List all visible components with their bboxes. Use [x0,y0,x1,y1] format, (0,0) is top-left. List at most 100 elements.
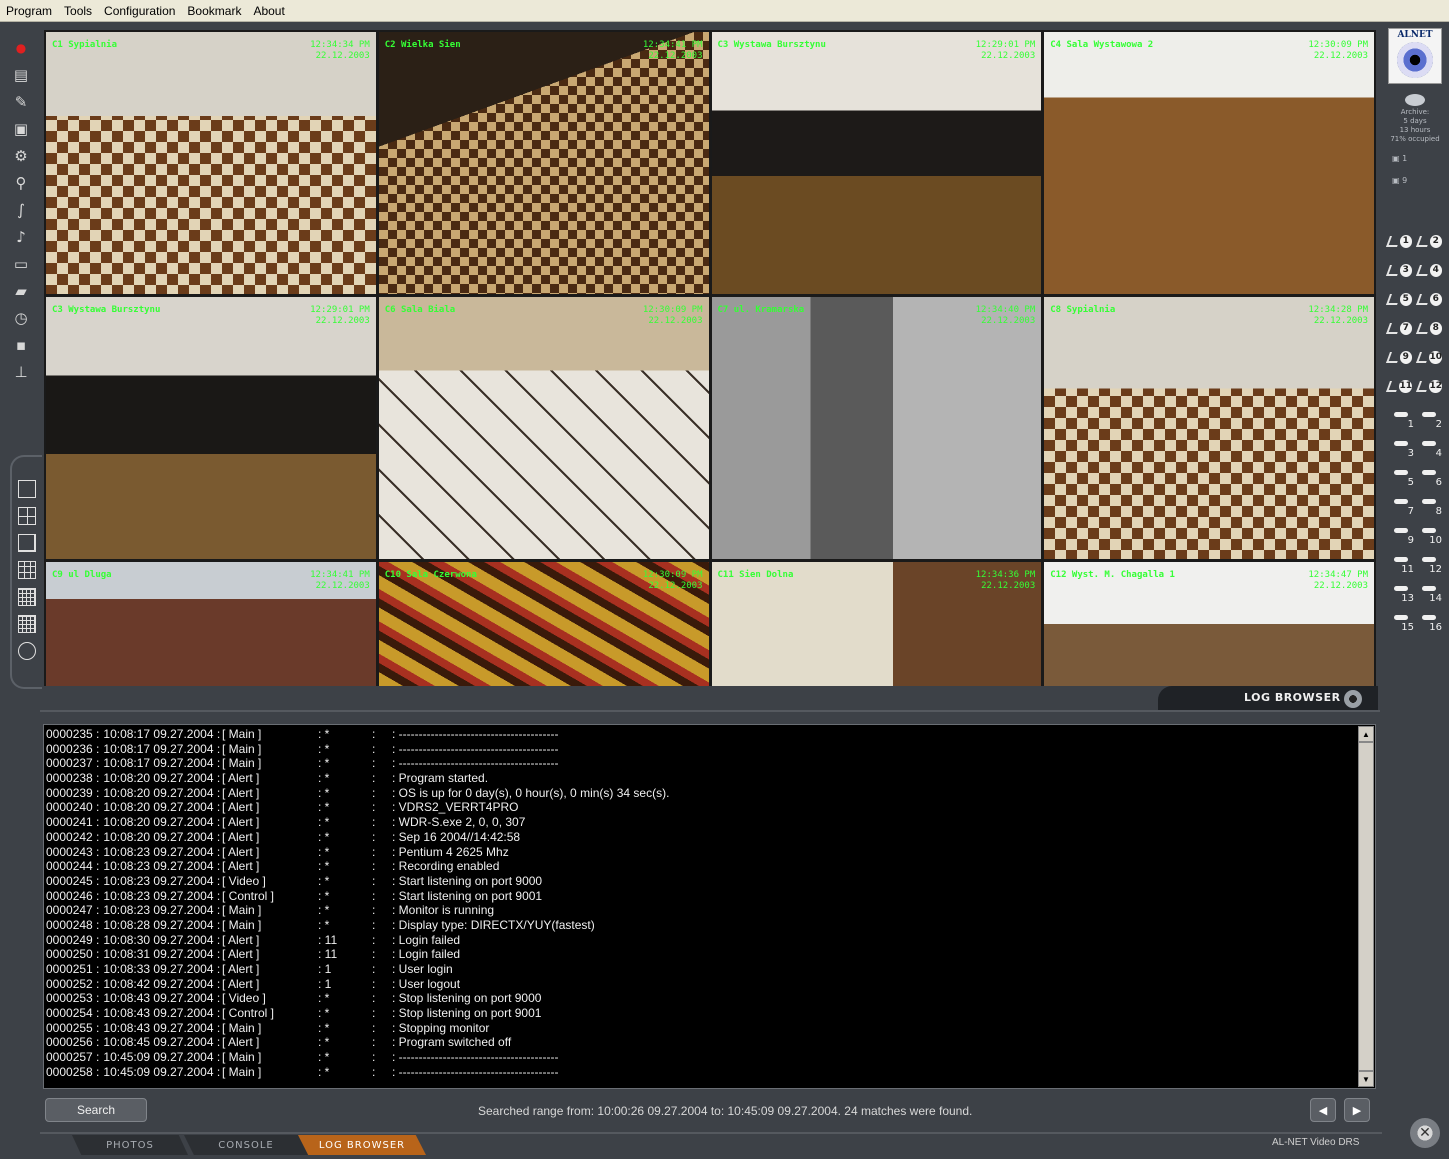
camera-settings-icon[interactable]: ⚙ [8,144,34,168]
preset-button[interactable]: 11 [1385,377,1412,395]
sequence-button[interactable]: 3 [1390,439,1416,461]
camera-tile[interactable]: C1 Sypialnia 12:34:34 PM 22.12.2003 [46,32,376,294]
camera-icon[interactable]: ▣ [8,117,34,141]
preset-button[interactable]: 9 [1385,348,1412,366]
log-row[interactable]: 0000253 :10:08:43 09.27.2004 :[ Video ]:… [46,991,1351,1006]
sequence-button[interactable]: 5 [1390,468,1416,490]
log-row[interactable]: 0000245 :10:08:23 09.27.2004 :[ Video ]:… [46,874,1351,889]
log-row[interactable]: 0000249 :10:08:30 09.27.2004 :[ Alert ]:… [46,933,1351,948]
log-row[interactable]: 0000244 :10:08:23 09.27.2004 :[ Alert ]:… [46,859,1351,874]
camera-tile[interactable]: C4 Sala Wystawowa 2 12:30:09 PM 22.12.2003 [1044,32,1374,294]
log-scrollbar[interactable]: ▲ ▼ [1358,726,1374,1087]
camera-tile[interactable]: C2 Wielka Sien 12:34:41 PM 22.12.2003 [378,32,709,294]
log-row[interactable]: 0000257 :10:45:09 09.27.2004 :[ Main ]: … [46,1050,1351,1065]
microphone-icon[interactable]: ♪ [8,225,34,249]
record-icon[interactable]: ● [8,36,34,60]
scroll-up-icon[interactable]: ▲ [1358,726,1374,742]
video-camera-icon[interactable]: ▰ [8,279,34,303]
close-button[interactable]: ✕ [1410,1118,1440,1148]
log-row[interactable]: 0000243 :10:08:23 09.27.2004 :[ Alert ]:… [46,845,1351,860]
sequence-button[interactable]: 15 [1390,613,1416,635]
scroll-thumb[interactable] [1358,742,1374,1071]
preset-button[interactable]: 3 [1385,261,1412,279]
log-row[interactable]: 0000250 :10:08:31 09.27.2004 :[ Alert ]:… [46,947,1351,962]
sequence-button[interactable]: 9 [1390,526,1416,548]
tab-photos[interactable]: PHOTOS [72,1135,188,1155]
prev-button[interactable]: ◀ [1310,1098,1336,1122]
film-icon[interactable]: ▤ [8,63,34,87]
sequence-clock-icon[interactable] [18,642,36,660]
disk-icon[interactable]: ▭ [8,252,34,276]
sequence-button[interactable]: 11 [1390,555,1416,577]
menu-program[interactable]: Program [0,4,58,18]
preset-button[interactable]: 12 [1415,377,1442,395]
tab-log-browser[interactable]: LOG BROWSER [298,1135,426,1155]
mini-camera-1[interactable]: ▣ 1 [1392,154,1407,163]
preset-button[interactable]: 5 [1385,290,1412,308]
log-row[interactable]: 0000236 :10:08:17 09.27.2004 :[ Main ]: … [46,742,1351,757]
cameras-icon[interactable]: ⚲ [8,171,34,195]
camera-tile[interactable]: C3 Wystawa Bursztynu 12:29:01 PM 22.12.200… [711,32,1042,294]
log-row[interactable]: 0000242 :10:08:20 09.27.2004 :[ Alert ]:… [46,830,1351,845]
sequence-button[interactable]: 12 [1418,555,1444,577]
sequence-button[interactable]: 7 [1390,497,1416,519]
sequence-button[interactable]: 4 [1418,439,1444,461]
log-row[interactable]: 0000252 :10:08:42 09.27.2004 :[ Alert ]:… [46,977,1351,992]
layout-4x4-button[interactable] [18,588,36,606]
preset-button[interactable]: 4 [1415,261,1442,279]
sequence-button[interactable]: 14 [1418,584,1444,606]
cable-icon[interactable]: ∫ [8,198,34,222]
log-row[interactable]: 0000235 :10:08:17 09.27.2004 :[ Main ]: … [46,727,1351,742]
preset-button[interactable]: 7 [1385,319,1412,337]
save-icon[interactable]: ▪ [8,333,34,357]
next-button[interactable]: ▶ [1344,1098,1370,1122]
preset-button[interactable]: 10 [1415,348,1442,366]
layout-3x3-button[interactable] [18,561,36,579]
menu-configuration[interactable]: Configuration [98,4,181,18]
log-row[interactable]: 0000255 :10:08:43 09.27.2004 :[ Main ]: … [46,1021,1351,1036]
log-list[interactable]: 0000235 :10:08:17 09.27.2004 :[ Main ]: … [43,724,1376,1089]
camera-tile[interactable]: C12 Wyst. M. Chagalla 1 12:34:47 PM 22.12.… [1044,562,1374,686]
sequence-button[interactable]: 1 [1390,410,1416,432]
tab-console[interactable]: CONSOLE [184,1135,308,1155]
mini-camera-9[interactable]: ▣ 9 [1392,176,1407,185]
camera-tile[interactable]: C11 Sien Dolna 12:34:36 PM 22.12.2003 [711,562,1042,686]
sequence-button[interactable]: 2 [1418,410,1444,432]
layout-2x2-button[interactable] [18,507,36,525]
preset-button[interactable]: 8 [1415,319,1442,337]
camera-tile[interactable]: C10 Sala Czerwona 12:30:09 PM 22.12.2003 [378,562,709,686]
preset-button[interactable]: 1 [1385,232,1412,250]
camera-tile[interactable]: C6 Sala Biala 12:30:09 PM 22.12.2003 [378,297,709,559]
tools-icon[interactable]: ✎ [8,90,34,114]
network-icon[interactable]: ⊥ [8,360,34,384]
search-button[interactable]: Search [45,1098,147,1122]
camera-tile[interactable]: C3 Wystawa Bursztynu 12:29:01 PM 22.12.200… [46,297,376,559]
log-row[interactable]: 0000258 :10:45:09 09.27.2004 :[ Main ]: … [46,1065,1351,1080]
log-row[interactable]: 0000241 :10:08:20 09.27.2004 :[ Alert ]:… [46,815,1351,830]
log-row[interactable]: 0000248 :10:08:28 09.27.2004 :[ Main ]: … [46,918,1351,933]
sequence-button[interactable]: 13 [1390,584,1416,606]
layout-1plus5-button[interactable] [18,534,36,552]
preset-button[interactable]: 6 [1415,290,1442,308]
sequence-button[interactable]: 8 [1418,497,1444,519]
layout-5x5-button[interactable] [18,615,36,633]
menu-about[interactable]: About [247,4,290,18]
log-row[interactable]: 0000254 :10:08:43 09.27.2004 :[ Control … [46,1006,1351,1021]
camera-tile[interactable]: C9 ul Dluga 12:34:41 PM 22.12.2003 [46,562,376,686]
camera-tile[interactable]: C7 ul. Kramarska 12:34:40 PM 22.12.2003 [711,297,1042,559]
log-row[interactable]: 0000237 :10:08:17 09.27.2004 :[ Main ]: … [46,756,1351,771]
log-row[interactable]: 0000246 :10:08:23 09.27.2004 :[ Control … [46,889,1351,904]
log-row[interactable]: 0000240 :10:08:20 09.27.2004 :[ Alert ]:… [46,800,1351,815]
layout-1x1-button[interactable] [18,480,36,498]
camera-tile[interactable]: C8 Sypialnia 12:34:28 PM 22.12.2003 [1044,297,1374,559]
menu-tools[interactable]: Tools [58,4,98,18]
scroll-down-icon[interactable]: ▼ [1358,1071,1374,1087]
sequence-button[interactable]: 10 [1418,526,1444,548]
sequence-button[interactable]: 6 [1418,468,1444,490]
log-row[interactable]: 0000251 :10:08:33 09.27.2004 :[ Alert ]:… [46,962,1351,977]
log-row[interactable]: 0000239 :10:08:20 09.27.2004 :[ Alert ]:… [46,786,1351,801]
log-row[interactable]: 0000247 :10:08:23 09.27.2004 :[ Main ]: … [46,903,1351,918]
preset-button[interactable]: 2 [1415,232,1442,250]
knob-icon[interactable] [1344,690,1362,708]
menu-bookmark[interactable]: Bookmark [181,4,247,18]
